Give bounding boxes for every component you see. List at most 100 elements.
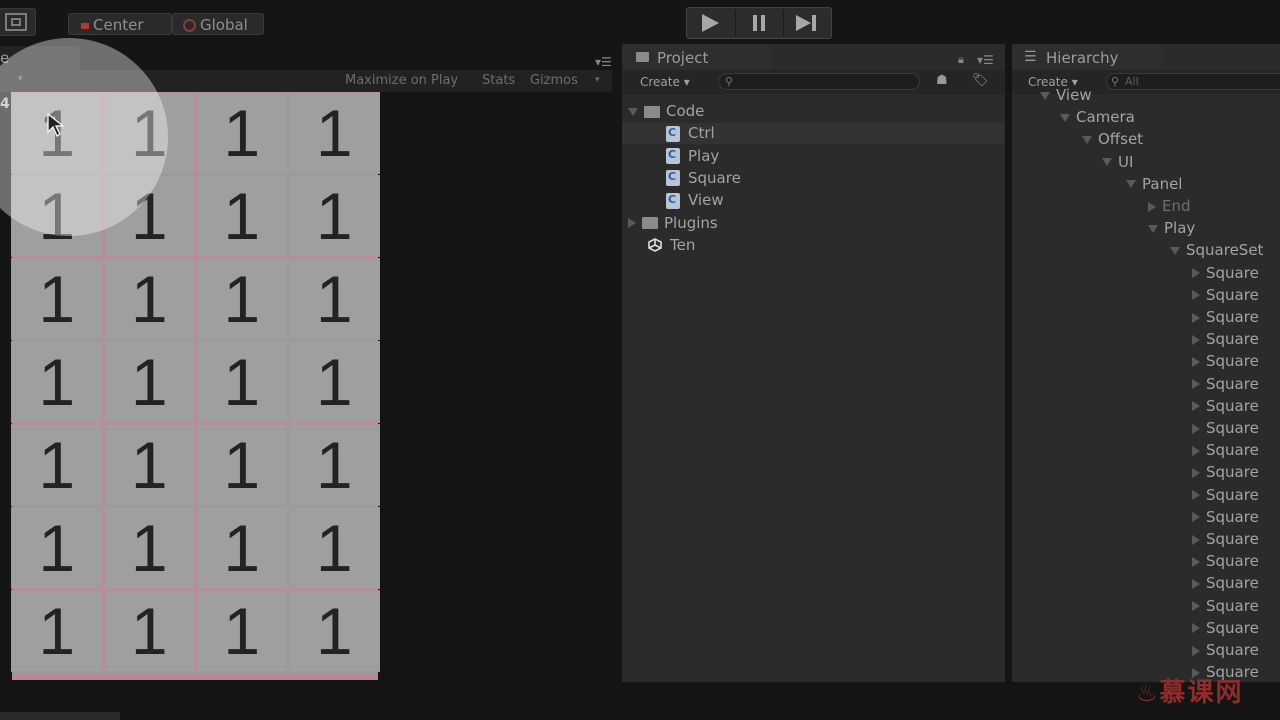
expand-arrow-icon[interactable]: [628, 107, 638, 116]
hierarchy-item-square[interactable]: Square: [1192, 397, 1259, 415]
collapse-arrow-icon[interactable]: [1192, 534, 1200, 545]
filter-by-type-icon[interactable]: ☗: [936, 73, 948, 88]
hierarchy-item-square[interactable]: Square: [1192, 530, 1259, 548]
collapse-arrow-icon[interactable]: [1192, 379, 1200, 390]
hierarchy-item-square[interactable]: Square: [1192, 264, 1259, 282]
project-item-ten[interactable]: Ten: [648, 236, 695, 254]
collapse-arrow-icon[interactable]: [1192, 645, 1200, 656]
expand-arrow-icon[interactable]: [1126, 180, 1136, 189]
hierarchy-item-offset[interactable]: Offset: [1082, 130, 1143, 148]
filter-by-label-icon[interactable]: 🏷︎: [972, 73, 989, 88]
expand-arrow-icon[interactable]: [1060, 113, 1070, 122]
hierarchy-item-square[interactable]: Square: [1192, 308, 1259, 326]
collapse-arrow-icon[interactable]: [1192, 512, 1200, 523]
number-square[interactable]: 1: [103, 424, 195, 506]
panel-menu-icon[interactable]: ▾☰: [977, 53, 994, 67]
expand-arrow-icon[interactable]: [1148, 224, 1158, 233]
expand-arrow-icon[interactable]: [1102, 158, 1112, 167]
collapse-arrow-icon[interactable]: [1192, 467, 1200, 478]
number-square[interactable]: 1: [103, 258, 195, 340]
hierarchy-item-end[interactable]: End: [1148, 197, 1191, 215]
tab-hierarchy[interactable]: ☰ Hierarchy: [1012, 44, 1162, 70]
game-panel-menu-icon[interactable]: ▾☰: [595, 55, 612, 69]
collapse-arrow-icon[interactable]: [1192, 290, 1200, 301]
step-button[interactable]: [783, 10, 830, 36]
aspect-dropdown-icon[interactable]: ▾: [18, 74, 23, 84]
gizmos-chevron-down-icon[interactable]: ▾: [595, 75, 600, 85]
hierarchy-item-square[interactable]: Square: [1192, 597, 1259, 615]
number-square[interactable]: 1: [103, 507, 195, 589]
collapse-arrow-icon[interactable]: [1192, 601, 1200, 612]
number-square[interactable]: 1: [103, 92, 195, 174]
collapse-arrow-icon[interactable]: [1192, 445, 1200, 456]
number-square[interactable]: 1: [11, 424, 103, 506]
number-square[interactable]: 1: [196, 590, 288, 672]
project-item-code[interactable]: Code: [628, 102, 704, 120]
collapse-arrow-icon[interactable]: [1192, 556, 1200, 567]
hierarchy-item-square[interactable]: Square: [1192, 508, 1259, 526]
collapse-arrow-icon[interactable]: [1192, 623, 1200, 634]
number-square[interactable]: 1: [11, 258, 103, 340]
space-mode-button[interactable]: Global: [172, 13, 264, 35]
number-square[interactable]: 1: [103, 175, 195, 257]
collapse-arrow-icon[interactable]: [1192, 268, 1200, 279]
number-square[interactable]: 1: [288, 590, 380, 672]
hierarchy-item-square[interactable]: Square: [1192, 463, 1259, 481]
project-item-square[interactable]: Square: [666, 169, 741, 187]
collapse-arrow-icon[interactable]: [1192, 578, 1200, 589]
hierarchy-item-square[interactable]: Square: [1192, 619, 1259, 637]
hierarchy-item-ui[interactable]: UI: [1102, 153, 1133, 171]
number-square[interactable]: 1: [288, 507, 380, 589]
number-square[interactable]: 1: [288, 424, 380, 506]
hierarchy-item-view[interactable]: View: [1040, 86, 1092, 104]
number-square[interactable]: 1: [11, 507, 103, 589]
collapse-arrow-icon[interactable]: [1192, 490, 1200, 501]
collapse-arrow-icon[interactable]: [1192, 401, 1200, 412]
hierarchy-item-panel[interactable]: Panel: [1126, 175, 1182, 193]
maximize-on-play-toggle[interactable]: Maximize on Play: [345, 73, 458, 88]
hierarchy-item-square[interactable]: Square: [1192, 441, 1259, 459]
hierarchy-search-input[interactable]: ⚲ All: [1106, 73, 1280, 90]
hierarchy-item-square[interactable]: Square: [1192, 574, 1259, 592]
expand-arrow-icon[interactable]: [1040, 91, 1050, 100]
hierarchy-item-square[interactable]: Square: [1192, 286, 1259, 304]
project-item-plugins[interactable]: Plugins: [628, 214, 718, 232]
hierarchy-item-camera[interactable]: Camera: [1060, 108, 1135, 126]
rect-tool-button[interactable]: [0, 8, 36, 36]
tab-project[interactable]: Project: [622, 44, 772, 70]
hierarchy-item-square[interactable]: Square: [1192, 419, 1259, 437]
hierarchy-item-square[interactable]: Square: [1192, 552, 1259, 570]
number-square[interactable]: 1: [196, 92, 288, 174]
number-square[interactable]: 1: [196, 507, 288, 589]
project-item-view[interactable]: View: [666, 191, 724, 209]
project-search-input[interactable]: ⚲: [718, 73, 920, 90]
collapse-arrow-icon[interactable]: [1192, 312, 1200, 323]
play-button[interactable]: [687, 10, 733, 36]
number-square[interactable]: 1: [288, 341, 380, 423]
pause-button[interactable]: [735, 10, 782, 36]
number-square[interactable]: 1: [103, 341, 195, 423]
hierarchy-item-square[interactable]: Square: [1192, 486, 1259, 504]
number-square[interactable]: 1: [196, 341, 288, 423]
number-square[interactable]: 1: [196, 258, 288, 340]
gizmos-dropdown[interactable]: Gizmos: [530, 73, 578, 88]
expand-arrow-icon[interactable]: [1170, 246, 1180, 255]
number-square[interactable]: 1: [11, 341, 103, 423]
lock-icon[interactable]: 🔒︎: [958, 53, 964, 67]
collapse-arrow-icon[interactable]: [628, 218, 636, 228]
number-square[interactable]: 1: [288, 92, 380, 174]
hierarchy-item-square[interactable]: Square: [1192, 330, 1259, 348]
number-square[interactable]: 1: [11, 590, 103, 672]
project-item-play[interactable]: Play: [666, 147, 719, 165]
number-square[interactable]: 1: [288, 175, 380, 257]
number-square[interactable]: 1: [11, 175, 103, 257]
pivot-mode-button[interactable]: Center: [68, 13, 172, 35]
hierarchy-item-square[interactable]: Square: [1192, 641, 1259, 659]
collapse-arrow-icon[interactable]: [1192, 356, 1200, 367]
project-item-ctrl[interactable]: Ctrl: [666, 124, 715, 142]
number-square[interactable]: 1: [103, 590, 195, 672]
project-create-button[interactable]: Create ▾: [640, 75, 690, 89]
stats-toggle[interactable]: Stats: [482, 73, 515, 88]
hierarchy-item-square[interactable]: Square: [1192, 375, 1259, 393]
hierarchy-item-play[interactable]: Play: [1148, 219, 1195, 237]
